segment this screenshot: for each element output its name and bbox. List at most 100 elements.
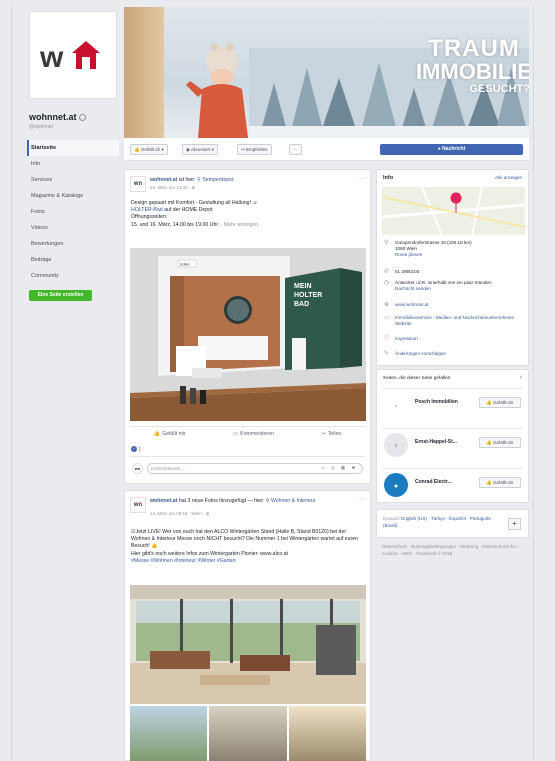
liked-page-item[interactable]: ⌂ Posch Immobilien 👍 Gefällt mir: [382, 388, 523, 420]
location-placeholder-icon: ⚲: [384, 433, 408, 457]
like-page-button[interactable]: 👍 Gefällt dir ▾: [130, 144, 168, 155]
cover-slogan-line1: TRAUM: [428, 35, 520, 62]
share-page-button[interactable]: ↪ Empfehlen: [237, 144, 272, 155]
post-place-link[interactable]: Wohnen & Interieur: [271, 498, 316, 504]
post-image-thumbnails: [130, 706, 366, 761]
nav-item-home[interactable]: Startseite: [27, 140, 119, 156]
share-icon: ↪: [241, 147, 245, 152]
follow-button[interactable]: ◉ Abonniert ▾: [182, 144, 218, 155]
thumbnail-1[interactable]: [130, 706, 208, 761]
post-reaction-bar: 👍 Gefällt mir ▭ Kommentieren ↪ Teilen: [130, 426, 365, 440]
like-page-button[interactable]: 👍 Gefällt mir: [479, 397, 521, 408]
language-list: Deutsch English (US) · Türkçe · Español …: [383, 516, 503, 529]
nav-item-posts[interactable]: Beiträge: [27, 252, 119, 268]
holter-sign-line2: HOLTER: [294, 292, 322, 299]
hashtag-links[interactable]: #Messe #Wohnen #Interieur #Winter #Garte…: [131, 558, 364, 565]
post-options-icon[interactable]: ···: [359, 497, 365, 503]
post-options-icon[interactable]: ···: [359, 176, 365, 182]
create-page-button[interactable]: Eine Seite erstellen: [29, 290, 92, 301]
post-text: Design gepaart mit Komfort - Gestaltung …: [131, 200, 259, 228]
thumbnail-3[interactable]: [288, 706, 366, 761]
post-image-bathroom[interactable]: MEIN HOLTER BAD holter: [130, 248, 366, 421]
post-title: wohnnet.at ist hier: ⚲ Semperdepot: [150, 177, 234, 183]
current-language: Deutsch: [383, 516, 400, 521]
thumbnail-2[interactable]: [209, 706, 287, 761]
comment-attachment-icons[interactable]: ☺ ◎ ▣ ☻: [320, 464, 358, 473]
see-all-link[interactable]: Alle anzeigen: [495, 175, 522, 180]
pencil-icon: ✎: [384, 351, 390, 357]
child-in-hat-illustration: [186, 43, 248, 138]
comment-composer: wn Kommentieren ... ☺ ◎ ▣ ☻: [130, 456, 365, 478]
thumbs-up-icon: 👍: [153, 430, 161, 437]
like-page-button[interactable]: 👍 Gefällt mir: [479, 437, 521, 448]
post-author-link[interactable]: wohnnet.at: [150, 498, 177, 504]
nav-item-info[interactable]: Info: [27, 156, 119, 172]
comment-post-button[interactable]: ▭ Kommentieren: [233, 431, 274, 437]
nav-item-photos[interactable]: Fotos: [27, 204, 119, 220]
liked-pages-card: Seiten, die dieser Seite gefallen › ⌂ Po…: [376, 369, 529, 503]
holter-bad-link[interactable]: HOLTER-Bad: [131, 207, 163, 213]
post-timestamp[interactable]: 14. März um 09:16 · Wien · ⊕: [150, 511, 210, 517]
nav-item-services[interactable]: Services: [27, 172, 119, 188]
post-image-wintergarden[interactable]: [130, 585, 366, 704]
post-header: wn wohnnet.at hat 3 neue Fotos hinzugefü…: [130, 497, 365, 517]
page-action-bar: 👍 Gefällt dir ▾ ◉ Abonniert ▾ ↪ Empfehle…: [124, 138, 529, 161]
location-map[interactable]: [382, 187, 525, 235]
send-message-link[interactable]: Nachricht senden: [395, 286, 523, 292]
nav-item-community[interactable]: Community: [27, 268, 119, 284]
imprint-link[interactable]: Impressum: [395, 336, 523, 342]
like-count[interactable]: ✓ 1: [131, 446, 141, 452]
holter-small-sign: holter: [180, 262, 191, 267]
like-post-button[interactable]: 👍 Gefällt mir: [154, 431, 186, 437]
street-map: [382, 187, 525, 235]
footer-links[interactable]: Datenschutz · Nutzungsbedingungen · Werb…: [382, 543, 527, 557]
cover-photo[interactable]: TRAUM IMMOBILIE GESUCHT?: [124, 7, 529, 138]
info-response-time: ◷ Antwortet i.d.R. innerhalb von ein paa…: [384, 280, 523, 292]
info-website: ⊕ www.wohnnet.at: [384, 302, 523, 308]
more-options-button[interactable]: ···: [289, 144, 302, 155]
info-address: ⚲ Gumpendorferstrasse 19 (100.18 km) 106…: [384, 240, 523, 258]
like-page-button[interactable]: 👍 Gefällt mir: [479, 477, 521, 488]
send-message-button[interactable]: ● Nachricht: [380, 144, 523, 155]
post-place-link[interactable]: Semperdepot: [202, 177, 233, 183]
nav-item-magazines[interactable]: Magazine & Kataloge: [27, 188, 119, 204]
info-suggest: ✎ Änderungen vorschlagen: [384, 351, 523, 357]
language-links[interactable]: English (US) · Türkçe · Español · Portug…: [383, 516, 491, 528]
nav-item-videos[interactable]: Videos: [27, 220, 119, 236]
add-language-button[interactable]: +: [508, 518, 521, 530]
liked-page-item[interactable]: ⚲ Ernst-Happel-St... 👍 Gefällt mir: [382, 428, 523, 460]
route-link[interactable]: Route planen: [395, 252, 523, 258]
left-navigation: Startseite Info Services Magazine & Kata…: [27, 140, 119, 284]
post-header: wn wohnnet.at ist hier: ⚲ Semperdepot 15…: [130, 176, 365, 194]
page-profile-picture[interactable]: w: [29, 11, 117, 99]
liked-page-item[interactable]: ◉ Conrad Electr... 👍 Gefällt mir: [382, 468, 523, 500]
cover-window-frame: [124, 7, 164, 138]
verified-icon: [78, 114, 86, 122]
post-author-link[interactable]: wohnnet.at: [150, 177, 177, 183]
post-title: wohnnet.at hat 3 neue Fotos hinzugefügt …: [150, 498, 316, 504]
chevron-right-icon[interactable]: ›: [520, 374, 522, 381]
post-author-avatar[interactable]: wn: [130, 497, 146, 513]
wohnnet-logo-icon: w: [40, 41, 100, 74]
share-icon: ↪: [321, 430, 326, 437]
bathroom-booth-render: MEIN HOLTER BAD holter: [130, 248, 366, 421]
cover-slogan-line2: IMMOBILIE: [415, 59, 529, 84]
page-name[interactable]: wohnnet.at: [29, 112, 86, 122]
language-card: Deutsch English (US) · Türkçe · Español …: [376, 509, 529, 538]
comment-input[interactable]: Kommentieren ... ☺ ◎ ▣ ☻: [147, 463, 363, 474]
post-card: wn wohnnet.at hat 3 neue Fotos hinzugefü…: [124, 490, 371, 761]
website-link[interactable]: www.wohnnet.at: [395, 302, 523, 308]
liked-pages-title[interactable]: Seiten, die dieser Seite gefallen: [383, 376, 450, 381]
post-timestamp[interactable]: 15. März um 14:32 · ⊕: [150, 185, 195, 191]
suggest-edits-link[interactable]: Änderungen vorschlagen: [395, 351, 523, 357]
info-category: ▭ Immobilienservice · Medien- und Nachri…: [384, 315, 518, 326]
share-post-button[interactable]: ↪ Teilen: [321, 431, 341, 437]
phone-icon: ✆: [384, 269, 390, 275]
globe-icon: ⊕: [384, 302, 390, 308]
info-title: Info: [383, 175, 394, 181]
location-pin-icon: ⚲: [265, 498, 270, 504]
posch-logo-icon: ⌂: [384, 393, 408, 417]
show-more-link[interactable]: · Mehr anzeigen: [219, 222, 259, 228]
post-author-avatar[interactable]: wn: [130, 176, 146, 192]
nav-item-reviews[interactable]: Bewertungen: [27, 236, 119, 252]
